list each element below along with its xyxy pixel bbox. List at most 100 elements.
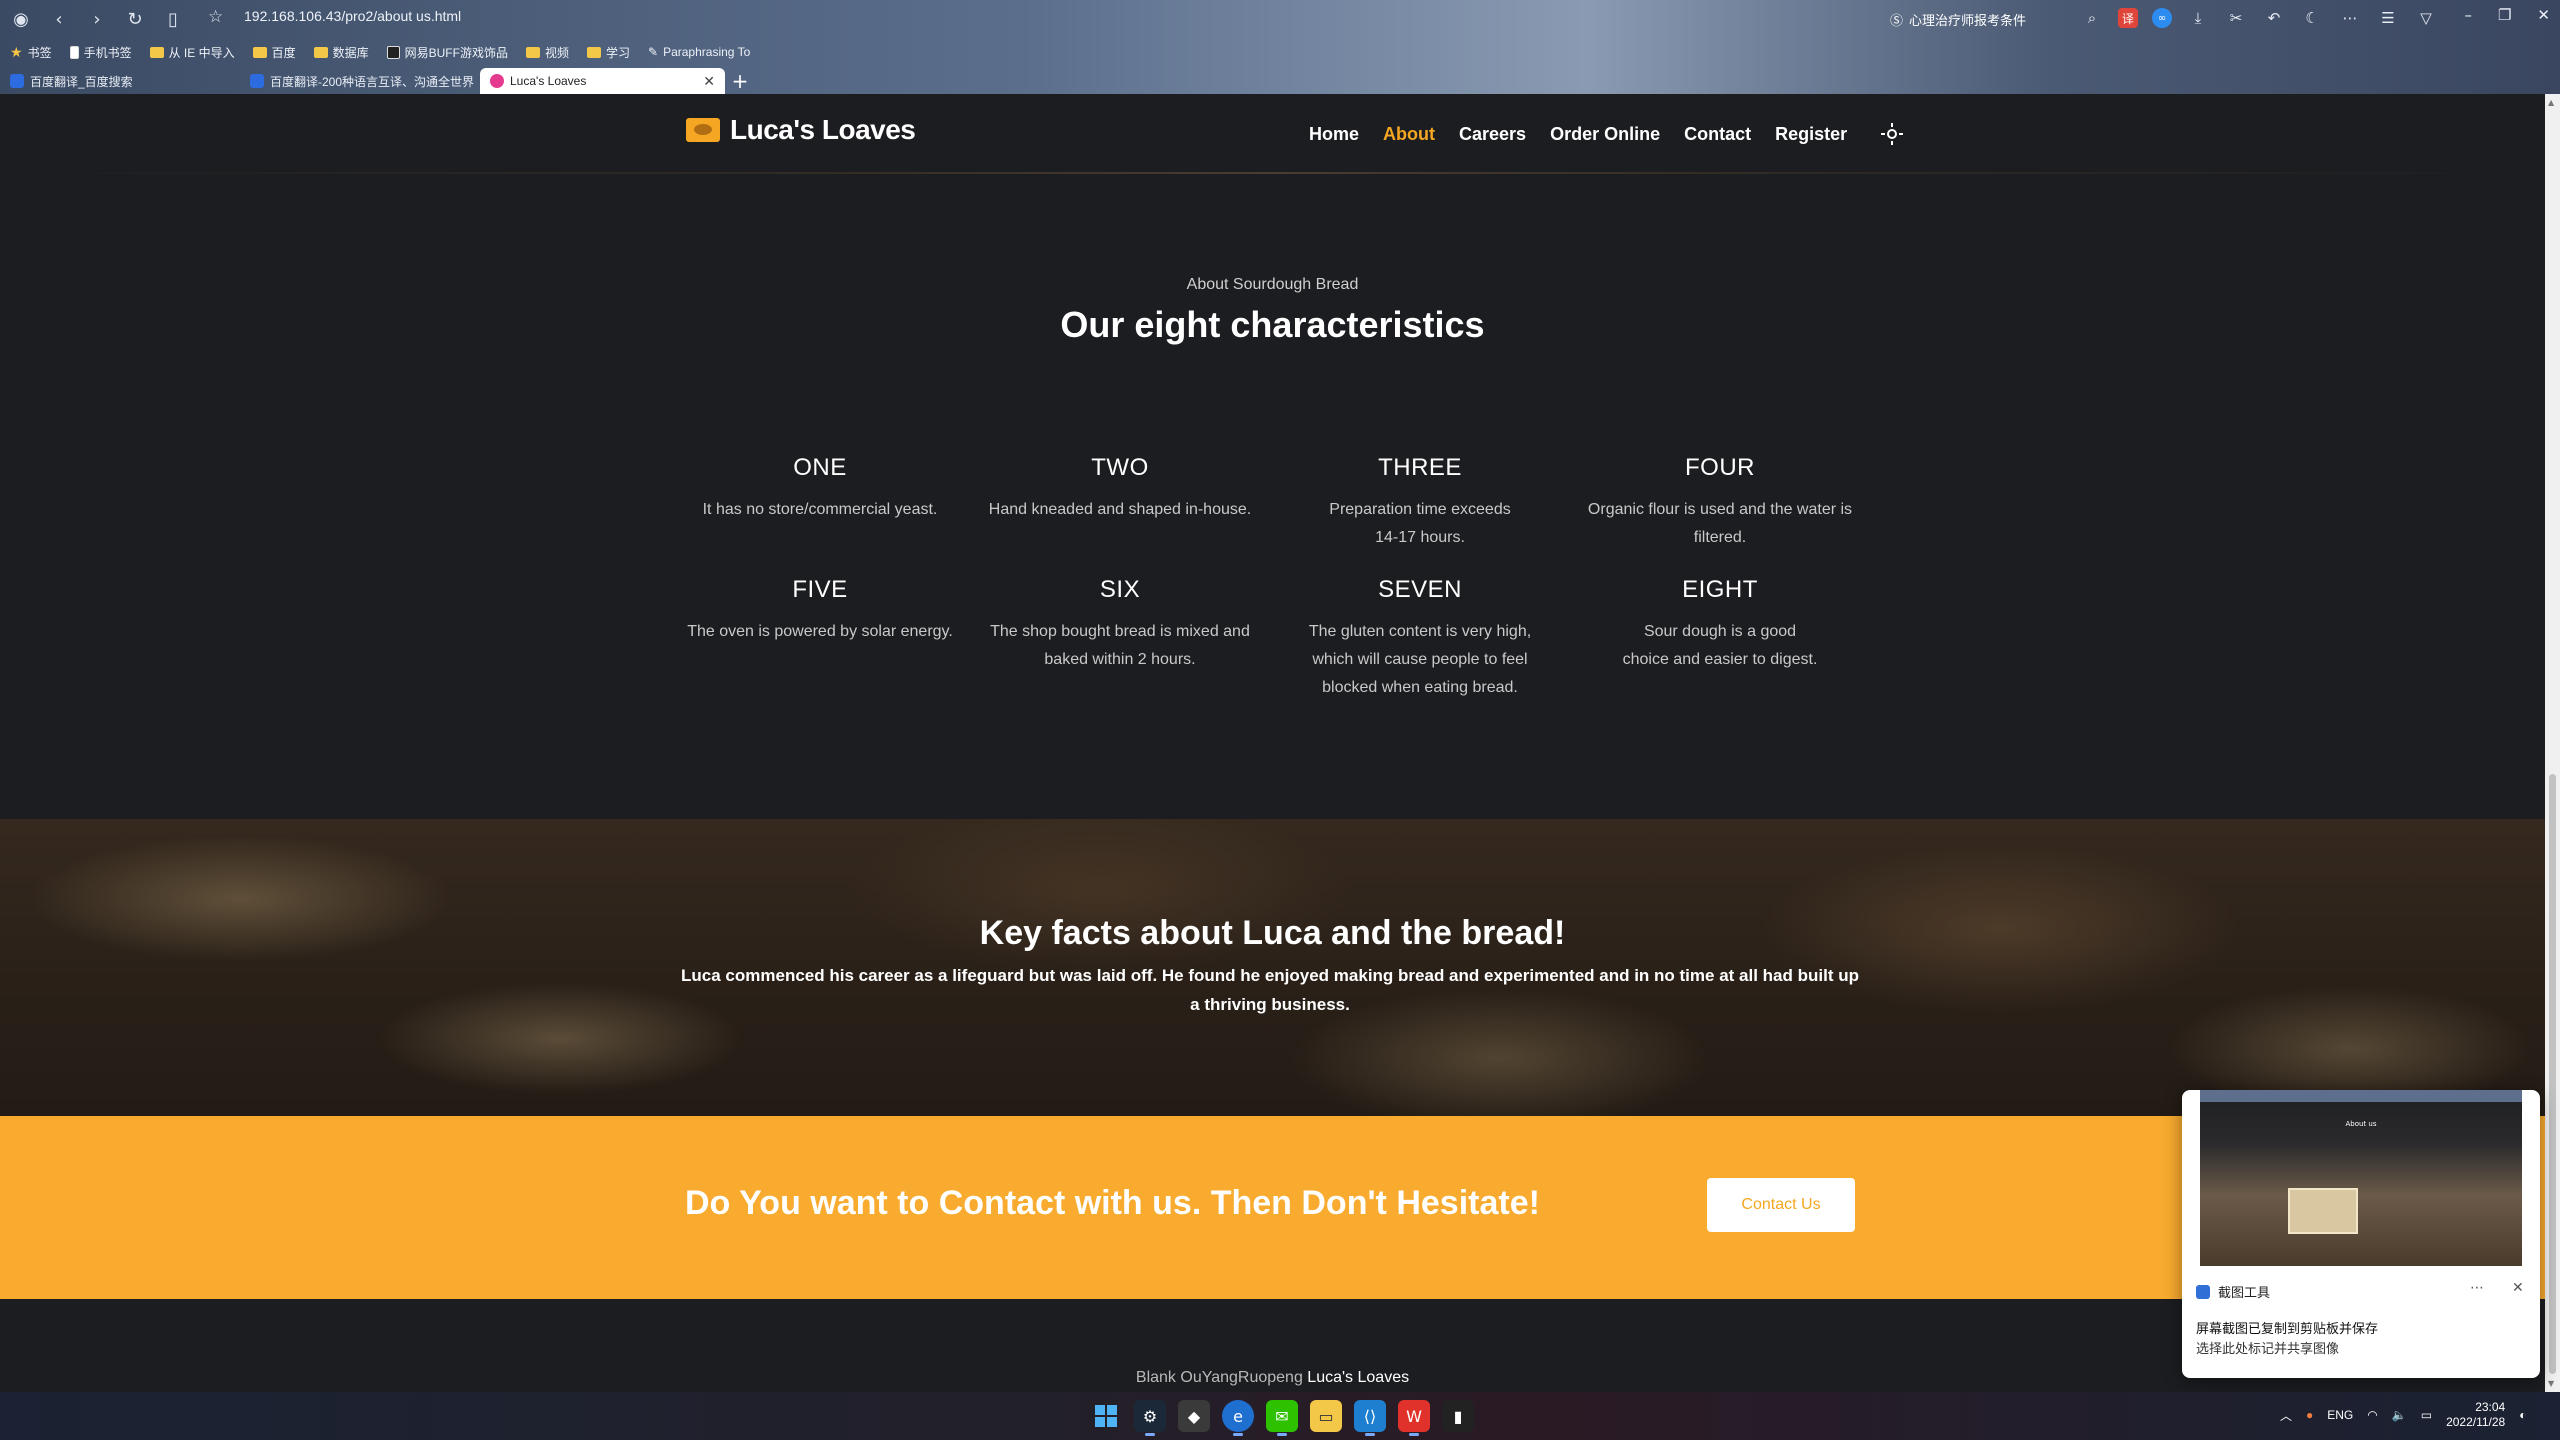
tab-baidu-translate[interactable]: 百度翻译-200种语言互译、沟通全世界	[240, 68, 480, 94]
characteristic-item: THREE Preparation time exceeds 14-17 hour…	[1280, 454, 1560, 552]
facts-title: Key facts about Luca and the bread!	[979, 914, 1566, 952]
characteristic-text: Organic flour is used and the water is f…	[1587, 501, 1853, 546]
url-text[interactable]: 192.168.106.43/pro2/about us.html	[244, 8, 461, 24]
wifi-icon[interactable]: ◠	[2367, 1408, 2377, 1422]
nav-home[interactable]: Home	[1309, 124, 1359, 145]
tab-lucas-loaves[interactable]: Luca's Loaves ✕	[480, 68, 725, 94]
undo-icon[interactable]: ↶	[2262, 6, 2286, 30]
back-icon[interactable]: ‹	[44, 4, 74, 34]
more-icon[interactable]: ⋯	[2338, 6, 2362, 30]
nav-careers[interactable]: Careers	[1459, 124, 1526, 145]
vscode-icon[interactable]: ⟨⟩	[1354, 1400, 1386, 1436]
characteristic-item: ONE It has no store/commercial yeast.	[680, 454, 960, 552]
forward-icon[interactable]: ›	[82, 4, 112, 34]
steam-icon[interactable]: ⚙	[1134, 1400, 1166, 1436]
notification-close-icon[interactable]: ✕	[2512, 1280, 2524, 1296]
nav-about[interactable]: About	[1383, 124, 1435, 145]
characteristic-item: FIVE The oven is powered by solar energy.	[680, 576, 960, 702]
file-explorer-icon[interactable]: ▭	[1310, 1400, 1342, 1432]
notification-hint: 选择此处标记并共享图像	[2196, 1342, 2340, 1357]
folder-icon	[252, 46, 267, 58]
language-indicator[interactable]: ENG	[2327, 1408, 2353, 1422]
translate-favicon-icon	[250, 74, 264, 88]
bookmark-item[interactable]: ✎ Paraphrasing To	[648, 45, 750, 59]
clock-time: 23:04	[2475, 1400, 2506, 1414]
translate-extension-icon[interactable]: 译	[2118, 8, 2138, 28]
characteristic-item: SEVEN The gluten content is very high, wh…	[1280, 576, 1560, 702]
bookmark-item[interactable]: 网易BUFF游戏饰品	[386, 44, 508, 61]
favorite-star-icon[interactable]: ☆	[208, 7, 223, 27]
tray-app-icon[interactable]: ●	[2306, 1408, 2313, 1422]
footer-brand[interactable]: Luca's Loaves	[1307, 1369, 1409, 1386]
bookmark-item[interactable]: 视频	[525, 44, 569, 61]
notification-more-icon[interactable]: ⋯	[2470, 1280, 2484, 1296]
bookmark-item[interactable]: ★ 书签	[10, 44, 52, 61]
notification-app-name: 截图工具	[2218, 1286, 2271, 1301]
folder-icon	[587, 46, 601, 58]
bookmark-item[interactable]: 从 IE 中导入	[149, 44, 235, 61]
address-bar-row: ◉ ‹ › ↻ ▯ ☆ 192.168.106.43/pro2/about us…	[0, 0, 2560, 38]
notification-message: 屏幕截图已复制到剪贴板并保存	[2196, 1322, 2379, 1337]
search-text[interactable]: 心理治疗师报考条件	[1909, 10, 2026, 29]
volume-icon[interactable]: 🔈	[2392, 1408, 2407, 1422]
toolbar-icons: ⌕ 译 ∞ ⤓ ✂ ↶ ☾ ⋯ ☰ ▽	[2080, 6, 2438, 30]
bookmark-item[interactable]: 数据库	[313, 44, 369, 61]
tray-overflow-icon[interactable]: ︿	[2280, 1407, 2292, 1424]
new-tab-icon[interactable]: +	[725, 68, 755, 94]
browser-chrome: ◉ ‹ › ↻ ▯ ☆ 192.168.106.43/pro2/about us…	[0, 0, 2560, 94]
bookmark-item[interactable]: 百度	[252, 44, 296, 61]
night-mode-icon[interactable]: ☾	[2300, 6, 2324, 30]
page-scrollbar[interactable]: ▲ ▼	[2545, 94, 2560, 1392]
browser-icon[interactable]: e	[1222, 1400, 1254, 1436]
screenshot-thumbnail[interactable]: About us	[2200, 1090, 2522, 1266]
folder-icon	[313, 46, 328, 58]
search-icon[interactable]: ⌕	[2080, 6, 2104, 30]
nav-register[interactable]: Register	[1775, 124, 1847, 145]
search-box[interactable]: Ⓢ 心理治疗师报考条件	[1890, 7, 2102, 31]
notification-center-icon[interactable]: ◐	[2519, 1408, 2526, 1422]
split-view-icon[interactable]: ▯	[158, 4, 188, 34]
start-menu-icon[interactable]	[1090, 1400, 1122, 1432]
characteristics-grid: ONE It has no store/commercial yeast. TWO…	[680, 454, 1860, 702]
scroll-down-icon[interactable]: ▼	[2548, 1379, 2554, 1388]
theme-toggle-sun-icon[interactable]	[1881, 123, 1904, 145]
menu-icon[interactable]: ☰	[2376, 6, 2400, 30]
snipping-tool-notification[interactable]: About us 截图工具 ⋯ ✕ 屏幕截图已复制到剪贴板并保存 选择此处标记并…	[2182, 1090, 2540, 1378]
download-icon[interactable]: ⤓	[2186, 6, 2210, 30]
close-window-icon[interactable]: ✕	[2537, 6, 2550, 24]
nav-contact[interactable]: Contact	[1684, 124, 1751, 145]
nav-order-online[interactable]: Order Online	[1550, 124, 1660, 145]
tab-baidu-search[interactable]: 百度翻译_百度搜索	[0, 68, 240, 94]
terminal-icon[interactable]: ▮	[1442, 1400, 1474, 1432]
reload-icon[interactable]: ↻	[120, 4, 150, 34]
folder-icon	[525, 46, 540, 58]
star-icon: ★	[10, 43, 23, 60]
profile-avatar-icon[interactable]: ◉	[6, 4, 36, 34]
wps-office-icon[interactable]: W	[1398, 1400, 1430, 1436]
bookmark-item[interactable]: 学习	[587, 44, 630, 61]
folder-icon	[149, 46, 164, 58]
contact-us-button[interactable]: Contact Us	[1707, 1178, 1855, 1232]
screenshot-icon[interactable]: ✂	[2224, 6, 2248, 30]
facts-text: Luca commenced his career as a lifeguard…	[681, 966, 1859, 1014]
app-icon	[386, 45, 400, 59]
extension-icon[interactable]: ∞	[2152, 8, 2172, 28]
section-title: Our eight characteristics	[1060, 304, 1485, 345]
contact-cta-section: Do You want to Contact with us. Then Don…	[0, 1116, 2545, 1299]
close-tab-icon[interactable]: ✕	[703, 73, 715, 90]
game-launcher-icon[interactable]: ◆	[1178, 1400, 1210, 1432]
footer-author: Blank OuYangRuopeng	[1135, 1369, 1303, 1386]
minimize-icon[interactable]: –	[2464, 6, 2472, 24]
battery-icon[interactable]: ▭	[2421, 1408, 2432, 1422]
site-logo[interactable]: Luca's Loaves	[686, 114, 916, 146]
characteristic-item: FOUR Organic flour is used and the water …	[1580, 454, 1860, 552]
bookmark-item[interactable]: 手机书签	[69, 44, 132, 61]
wechat-icon[interactable]: ✉	[1266, 1400, 1298, 1436]
scroll-up-icon[interactable]: ▲	[2548, 98, 2554, 107]
restore-icon[interactable]: ❐	[2498, 6, 2511, 24]
shirt-skin-icon[interactable]: ▽	[2414, 6, 2438, 30]
phone-icon	[69, 45, 79, 59]
characteristic-title: TWO	[1091, 454, 1149, 481]
taskbar-clock[interactable]: 23:04 2022/11/28	[2446, 1400, 2505, 1430]
scrollbar-thumb[interactable]	[2549, 774, 2556, 1374]
